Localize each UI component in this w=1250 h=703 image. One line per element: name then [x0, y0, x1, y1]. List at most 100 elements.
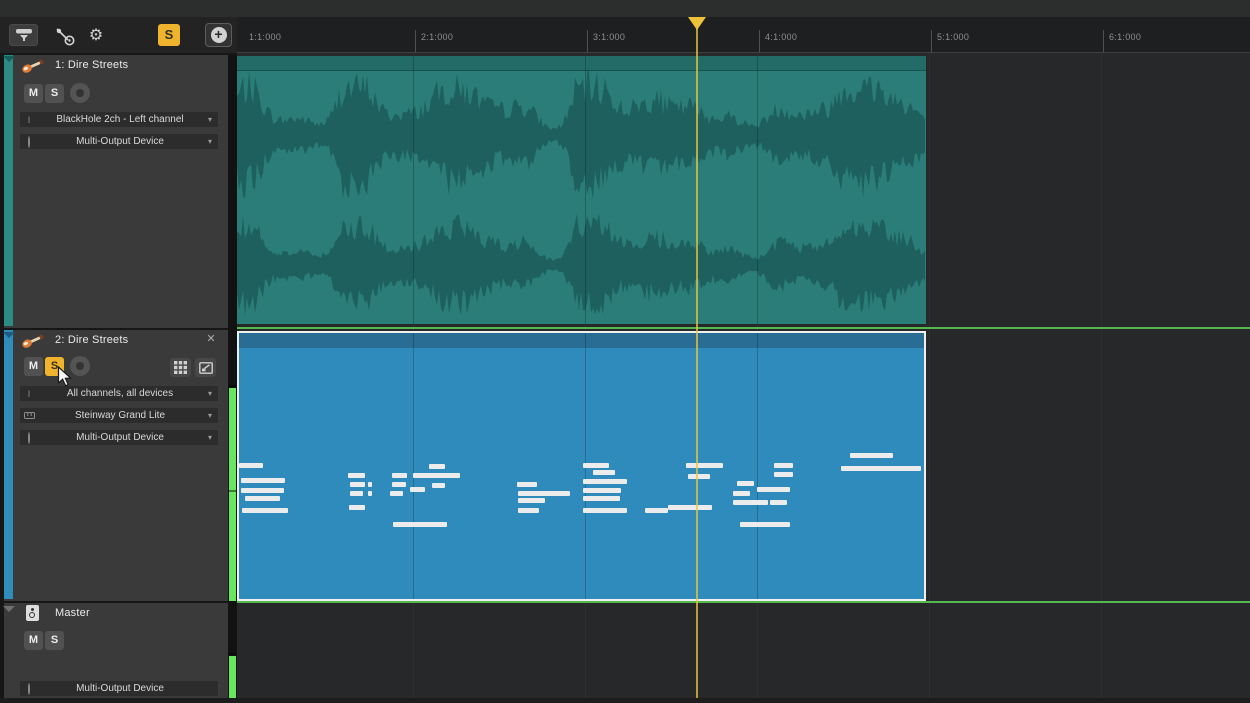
settings-gear-icon[interactable]: ⚙ [86, 23, 106, 47]
midi-note[interactable] [688, 474, 710, 479]
midi-note[interactable] [241, 478, 285, 483]
ruler-bar-tick [587, 30, 588, 52]
midi-note[interactable] [390, 491, 403, 496]
close-track-button[interactable]: ✕ [204, 332, 218, 346]
track-header-master[interactable]: Master M S Multi-Output Device [4, 603, 228, 703]
midi-note[interactable] [518, 508, 539, 513]
track-header-2[interactable]: 2: Dire Streets ✕ M S I All channels, al [4, 330, 228, 601]
midi-note[interactable] [737, 481, 754, 486]
input-device-row[interactable]: I All channels, all devices ▾ [20, 386, 218, 401]
dropdown-arrow-icon[interactable]: ▾ [202, 433, 218, 442]
track-header-1[interactable]: 1: Dire Streets M S I BlackHole 2ch - Le… [4, 55, 228, 328]
midi-note[interactable] [429, 464, 445, 469]
collapse-arrow-icon[interactable] [3, 606, 15, 612]
tracks-filter-button[interactable] [9, 24, 38, 46]
midi-note[interactable] [593, 470, 615, 475]
midi-clip-header[interactable] [239, 333, 924, 348]
mute-button[interactable]: M [24, 357, 43, 376]
midi-note[interactable] [841, 466, 921, 471]
midi-note[interactable] [410, 487, 425, 492]
midi-note[interactable] [517, 482, 537, 487]
instrument-row[interactable]: Steinway Grand Lite ▾ [20, 408, 218, 423]
midi-note[interactable] [733, 500, 768, 505]
midi-note[interactable] [583, 488, 621, 493]
midi-note[interactable] [392, 482, 406, 487]
track-name[interactable]: Master [55, 607, 90, 619]
collapse-arrow-icon[interactable] [3, 332, 15, 338]
input-device-value: All channels, all devices [38, 388, 202, 399]
bar-gridline [1101, 53, 1102, 703]
solo-button[interactable]: S [45, 84, 64, 103]
midi-note[interactable] [774, 472, 793, 477]
grid-icon [174, 361, 187, 374]
midi-note[interactable] [733, 491, 750, 496]
midi-note[interactable] [368, 482, 372, 487]
mute-button[interactable]: M [24, 84, 43, 103]
midi-note[interactable] [349, 505, 365, 510]
playhead-marker-icon[interactable] [688, 17, 706, 30]
midi-note[interactable] [518, 491, 570, 496]
midi-note[interactable] [242, 508, 288, 513]
bar-gridline [585, 56, 586, 324]
midi-note[interactable] [757, 487, 790, 492]
dropdown-arrow-icon[interactable]: ▾ [202, 137, 218, 146]
midi-note[interactable] [350, 482, 365, 487]
popout-window-icon [199, 362, 213, 374]
output-device-row[interactable]: Multi-Output Device ▾ [20, 134, 218, 149]
bar-gridline [413, 56, 414, 324]
playhead-line[interactable] [696, 17, 698, 703]
input-device-row[interactable]: I BlackHole 2ch - Left channel ▾ [20, 112, 218, 127]
bottom-edge [0, 698, 1250, 703]
midi-note[interactable] [850, 453, 893, 458]
add-track-button[interactable]: + [205, 23, 232, 47]
midi-note[interactable] [368, 491, 372, 496]
global-solo-button[interactable]: S [158, 24, 180, 46]
input-prefix: I [20, 115, 38, 125]
mute-button[interactable]: M [24, 631, 43, 650]
midi-note[interactable] [432, 483, 445, 488]
dropdown-arrow-icon[interactable]: ▾ [202, 411, 218, 420]
midi-note[interactable] [774, 463, 793, 468]
midi-note[interactable] [392, 473, 407, 478]
timeline-ruler[interactable]: 1:1:0002:1:0003:1:0004:1:0005:1:0006:1:0… [237, 17, 1250, 53]
popout-editor-button[interactable] [195, 358, 216, 377]
record-arm-button[interactable] [70, 356, 90, 376]
midi-note[interactable] [583, 479, 627, 484]
midi-note[interactable] [239, 463, 263, 468]
collapse-arrow-icon[interactable] [3, 56, 15, 62]
midi-note[interactable] [583, 496, 620, 501]
midi-note[interactable] [241, 488, 284, 493]
midi-note[interactable] [583, 508, 627, 513]
midi-note[interactable] [740, 522, 790, 527]
bar-gridline [413, 333, 414, 599]
midi-note[interactable] [413, 473, 460, 478]
midi-note[interactable] [686, 463, 723, 468]
ruler-label: 1:1:000 [249, 32, 281, 42]
midi-note[interactable] [393, 522, 447, 527]
record-arm-button[interactable] [70, 83, 90, 103]
output-device-row[interactable]: Multi-Output Device [20, 681, 218, 696]
solo-button[interactable]: S [45, 631, 64, 650]
midi-grid-button[interactable] [170, 358, 191, 377]
track-name[interactable]: 1: Dire Streets [55, 59, 128, 71]
tracks-filter-icon [15, 28, 33, 42]
audio-clip[interactable] [237, 56, 926, 324]
midi-clip[interactable] [237, 331, 926, 601]
midi-note[interactable] [518, 498, 545, 503]
midi-note[interactable] [245, 496, 280, 501]
midi-note[interactable] [770, 500, 787, 505]
dropdown-arrow-icon[interactable]: ▾ [202, 389, 218, 398]
midi-note[interactable] [668, 505, 712, 510]
automation-button[interactable] [52, 25, 78, 46]
track-color-strip[interactable] [4, 55, 13, 326]
bar-gridline [757, 56, 758, 324]
midi-note[interactable] [348, 473, 365, 478]
midi-note[interactable] [583, 463, 609, 468]
output-device-row[interactable]: Multi-Output Device ▾ [20, 430, 218, 445]
dropdown-arrow-icon[interactable]: ▾ [202, 115, 218, 124]
waveform [237, 56, 926, 324]
midi-note[interactable] [350, 491, 363, 496]
track-color-strip[interactable] [4, 330, 13, 599]
midi-note[interactable] [645, 508, 668, 513]
track-name[interactable]: 2: Dire Streets [55, 334, 128, 346]
